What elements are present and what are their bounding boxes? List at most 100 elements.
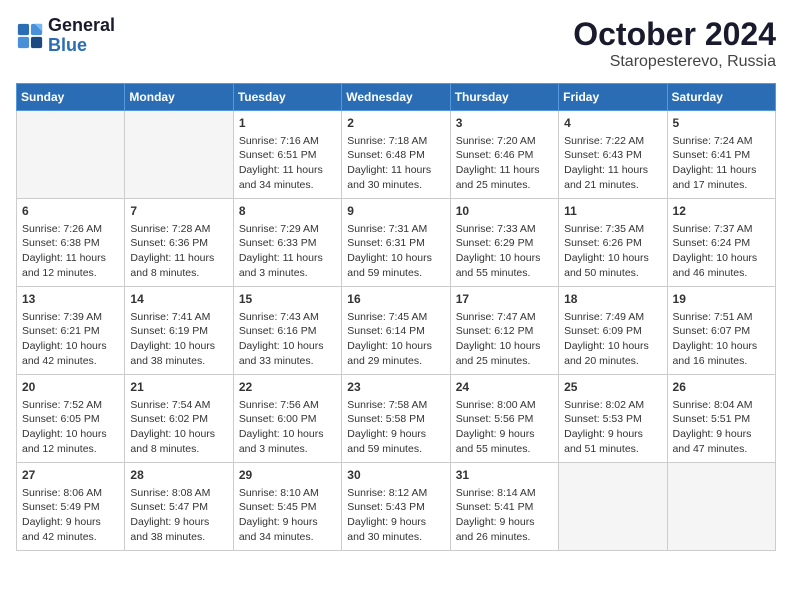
day-number: 19 [673,291,770,308]
calendar-header-row: SundayMondayTuesdayWednesdayThursdayFrid… [17,84,776,111]
sunrise-text: Sunrise: 7:47 AM [456,310,553,325]
day-number: 7 [130,203,227,220]
day-number: 14 [130,291,227,308]
sunrise-text: Sunrise: 7:33 AM [456,222,553,237]
day-number: 9 [347,203,444,220]
day-number: 29 [239,467,336,484]
daylight-text: Daylight: 11 hours and 8 minutes. [130,251,227,280]
sunset-text: Sunset: 5:56 PM [456,412,553,427]
sunset-text: Sunset: 6:09 PM [564,324,661,339]
calendar-cell: 30 Sunrise: 8:12 AMSunset: 5:43 PMDayligh… [342,463,450,551]
sunset-text: Sunset: 6:36 PM [130,236,227,251]
sunset-text: Sunset: 6:21 PM [22,324,119,339]
sunset-text: Sunset: 6:05 PM [22,412,119,427]
daylight-text: Daylight: 10 hours and 42 minutes. [22,339,119,368]
sunset-text: Sunset: 5:43 PM [347,500,444,515]
calendar-cell: 26Sunrise: 8:04 AMSunset: 5:51 PMDayligh… [667,375,775,463]
day-number: 21 [130,379,227,396]
calendar-cell: 6Sunrise: 7:26 AMSunset: 6:38 PMDaylight… [17,199,125,287]
sunset-text: Sunset: 6:02 PM [130,412,227,427]
day-header-wednesday: Wednesday [342,84,450,111]
calendar-cell [17,111,125,199]
daylight-text: Daylight: 10 hours and 59 minutes. [347,251,444,280]
sunrise-text: Sunrise: 8:08 AM [130,486,227,501]
daylight-text: Daylight: 9 hours and 42 minutes. [22,515,119,544]
sunrise-text: Sunrise: 8:00 AM [456,398,553,413]
sunset-text: Sunset: 6:38 PM [22,236,119,251]
daylight-text: Daylight: 9 hours and 34 minutes. [239,515,336,544]
sunrise-text: Sunrise: 7:37 AM [673,222,770,237]
sunrise-text: Sunrise: 7:51 AM [673,310,770,325]
day-number: 2 [347,115,444,132]
calendar-cell: 9Sunrise: 7:31 AMSunset: 6:31 PMDaylight… [342,199,450,287]
day-number: 30 [347,467,444,484]
day-header-sunday: Sunday [17,84,125,111]
sunrise-text: Sunrise: 7:20 AM [456,134,553,149]
sunset-text: Sunset: 5:47 PM [130,500,227,515]
daylight-text: Daylight: 10 hours and 46 minutes. [673,251,770,280]
day-header-monday: Monday [125,84,233,111]
daylight-text: Daylight: 10 hours and 50 minutes. [564,251,661,280]
calendar-cell: 21Sunrise: 7:54 AMSunset: 6:02 PMDayligh… [125,375,233,463]
sunrise-text: Sunrise: 7:26 AM [22,222,119,237]
calendar-cell: 28Sunrise: 8:08 AMSunset: 5:47 PMDayligh… [125,463,233,551]
calendar-cell [125,111,233,199]
daylight-text: Daylight: 10 hours and 29 minutes. [347,339,444,368]
day-number: 24 [456,379,553,396]
daylight-text: Daylight: 9 hours and 26 minutes. [456,515,553,544]
sunrise-text: Sunrise: 8:06 AM [22,486,119,501]
page-header: General Blue October 2024 Staropesterevo… [16,16,776,71]
calendar-cell: 31Sunrise: 8:14 AMSunset: 5:41 PMDayligh… [450,463,558,551]
calendar-cell: 8 Sunrise: 7:29 AMSunset: 6:33 PMDaylight… [233,199,341,287]
sunrise-text: Sunrise: 7:29 AM [239,222,336,237]
sunset-text: Sunset: 5:51 PM [673,412,770,427]
day-number: 8 [239,203,336,220]
daylight-text: Daylight: 10 hours and 55 minutes. [456,251,553,280]
sunrise-text: Sunrise: 7:41 AM [130,310,227,325]
sunset-text: Sunset: 6:00 PM [239,412,336,427]
calendar-cell: 24Sunrise: 8:00 AMSunset: 5:56 PMDayligh… [450,375,558,463]
day-number: 13 [22,291,119,308]
daylight-text: Daylight: 10 hours and 12 minutes. [22,427,119,456]
sunset-text: Sunset: 6:16 PM [239,324,336,339]
daylight-text: Daylight: 10 hours and 16 minutes. [673,339,770,368]
sunset-text: Sunset: 5:53 PM [564,412,661,427]
logo-text: General Blue [48,16,115,56]
calendar-cell: 4Sunrise: 7:22 AMSunset: 6:43 PMDaylight… [559,111,667,199]
daylight-text: Daylight: 11 hours and 12 minutes. [22,251,119,280]
day-number: 15 [239,291,336,308]
sunset-text: Sunset: 6:33 PM [239,236,336,251]
sunset-text: Sunset: 5:45 PM [239,500,336,515]
day-header-tuesday: Tuesday [233,84,341,111]
sunrise-text: Sunrise: 8:12 AM [347,486,444,501]
day-number: 23 [347,379,444,396]
week-row-1: 1Sunrise: 7:16 AMSunset: 6:51 PMDaylight… [17,111,776,199]
calendar-subtitle: Staropesterevo, Russia [573,53,776,71]
calendar-cell [667,463,775,551]
daylight-text: Daylight: 10 hours and 38 minutes. [130,339,227,368]
daylight-text: Daylight: 11 hours and 3 minutes. [239,251,336,280]
logo: General Blue [16,16,115,56]
daylight-text: Daylight: 11 hours and 17 minutes. [673,163,770,192]
day-number: 18 [564,291,661,308]
calendar-cell: 25Sunrise: 8:02 AMSunset: 5:53 PMDayligh… [559,375,667,463]
day-number: 27 [22,467,119,484]
sunrise-text: Sunrise: 7:22 AM [564,134,661,149]
daylight-text: Daylight: 11 hours and 30 minutes. [347,163,444,192]
day-number: 28 [130,467,227,484]
calendar-cell: 29Sunrise: 8:10 AMSunset: 5:45 PMDayligh… [233,463,341,551]
day-number: 1 [239,115,336,132]
day-number: 26 [673,379,770,396]
calendar-cell: 13 Sunrise: 7:39 AMSunset: 6:21 PMDayligh… [17,287,125,375]
logo-line2: Blue [48,36,115,56]
day-header-friday: Friday [559,84,667,111]
calendar-cell: 3Sunrise: 7:20 AMSunset: 6:46 PMDaylight… [450,111,558,199]
sunrise-text: Sunrise: 7:39 AM [22,310,119,325]
sunset-text: Sunset: 6:48 PM [347,148,444,163]
calendar-cell: 7Sunrise: 7:28 AMSunset: 6:36 PMDaylight… [125,199,233,287]
daylight-text: Daylight: 9 hours and 30 minutes. [347,515,444,544]
daylight-text: Daylight: 11 hours and 21 minutes. [564,163,661,192]
daylight-text: Daylight: 10 hours and 33 minutes. [239,339,336,368]
sunrise-text: Sunrise: 7:54 AM [130,398,227,413]
calendar-cell: 14Sunrise: 7:41 AMSunset: 6:19 PMDayligh… [125,287,233,375]
